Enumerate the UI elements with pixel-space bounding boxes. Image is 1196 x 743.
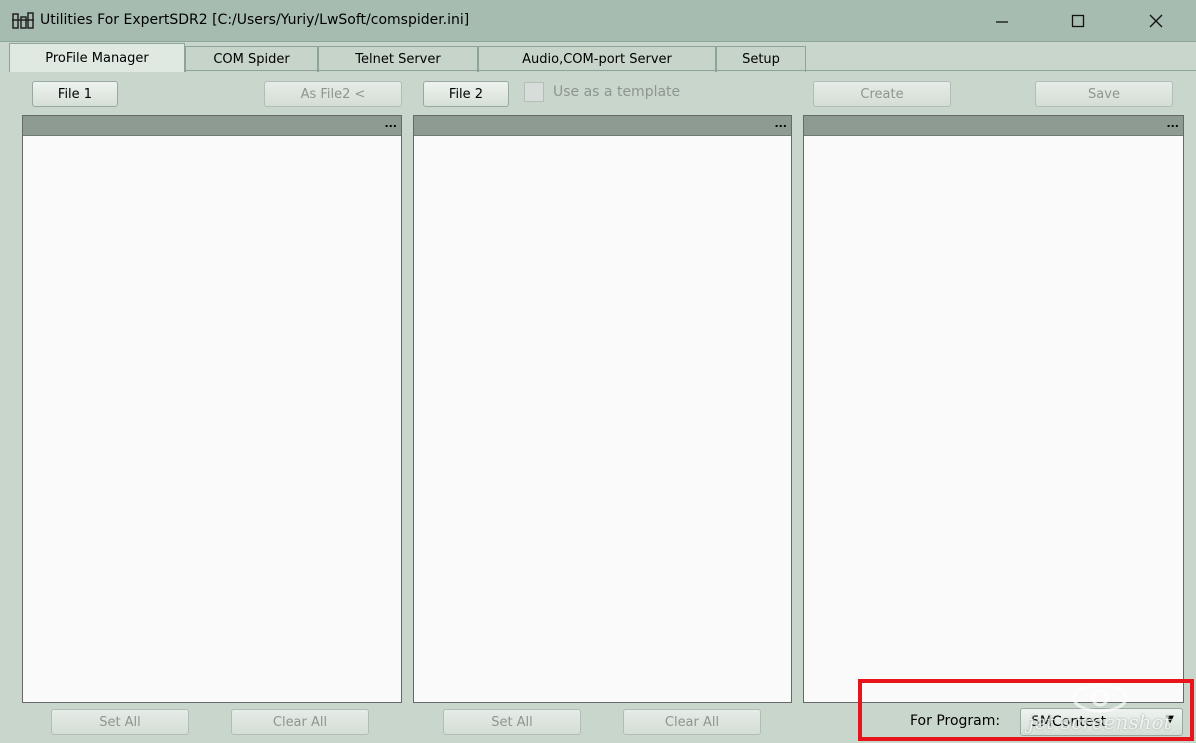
file1-panel[interactable]: ... (22, 115, 402, 703)
panel-header[interactable]: ... (23, 116, 401, 136)
panel-header[interactable]: ... (804, 116, 1183, 136)
file2-button[interactable]: File 2 (423, 81, 509, 107)
template-checkbox[interactable] (524, 82, 544, 102)
minimize-icon (996, 21, 1008, 23)
more-icon[interactable]: ... (1166, 117, 1179, 130)
template-checkbox-label: Use as a template (553, 84, 681, 100)
save-button[interactable]: Save (1035, 81, 1173, 107)
tab-com-spider[interactable]: COM Spider (185, 46, 318, 72)
app-icon (12, 12, 34, 29)
title-bar[interactable]: Utilities For ExpertSDR2 [C:/Users/Yuriy… (0, 0, 1196, 42)
close-icon (1149, 14, 1163, 28)
panel-header[interactable]: ... (414, 116, 791, 136)
clear-all-button-1[interactable]: Clear All (231, 709, 369, 735)
tab-divider (185, 70, 1196, 71)
tab-audio-com-port-server[interactable]: Audio,COM-port Server (478, 46, 716, 72)
maximize-button[interactable] (1048, 0, 1108, 42)
highlight-box (858, 679, 1194, 741)
set-all-button-2[interactable]: Set All (443, 709, 581, 735)
tab-telnet-server[interactable]: Telnet Server (318, 46, 478, 72)
tab-setup[interactable]: Setup (716, 46, 806, 72)
tab-bar: ProFile Manager COM Spider Telnet Server… (0, 43, 1196, 72)
more-icon[interactable]: ... (384, 117, 397, 130)
file1-button[interactable]: File 1 (32, 81, 118, 107)
window-title: Utilities For ExpertSDR2 [C:/Users/Yuriy… (40, 12, 470, 28)
more-icon[interactable]: ... (774, 117, 787, 130)
minimize-button[interactable] (972, 0, 1032, 42)
set-all-button-1[interactable]: Set All (51, 709, 189, 735)
result-panel[interactable]: ... (803, 115, 1184, 703)
maximize-icon (1071, 14, 1085, 28)
create-button[interactable]: Create (813, 81, 951, 107)
as-file2-button[interactable]: As File2 < (264, 81, 402, 107)
tab-profile-manager[interactable]: ProFile Manager (9, 43, 185, 72)
file2-panel[interactable]: ... (413, 115, 792, 703)
clear-all-button-2[interactable]: Clear All (623, 709, 761, 735)
close-button[interactable] (1126, 0, 1186, 42)
